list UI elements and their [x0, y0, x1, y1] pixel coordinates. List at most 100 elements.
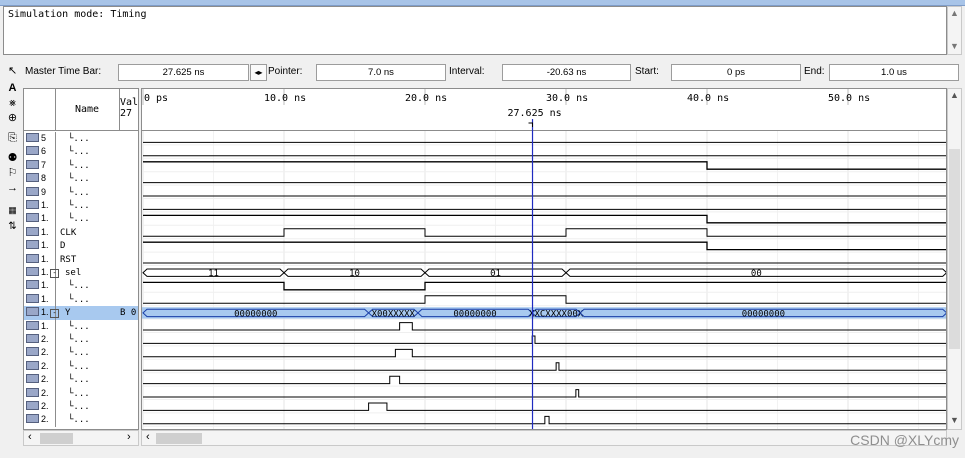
collapse-icon[interactable]: -	[50, 269, 59, 278]
find-icon[interactable]: ⚉	[3, 151, 22, 165]
time-bar-arrows-icon[interactable]: ◂▸	[250, 64, 267, 81]
signal-row[interactable]: 1. └...	[24, 279, 138, 293]
signal-row[interactable]: 8 └...	[24, 172, 138, 186]
signal-row[interactable]: 1. └...	[24, 319, 138, 334]
signal-row[interactable]: 1. CLK	[24, 225, 138, 240]
interval-field[interactable]: -20.63 ns	[502, 64, 631, 81]
signal-name[interactable]: └...	[60, 373, 128, 387]
replace-icon[interactable]: →	[3, 181, 22, 195]
signal-name[interactable]: └...	[60, 360, 128, 374]
signal-id-text: 8	[41, 173, 47, 184]
signal-name[interactable]: └...	[60, 279, 128, 293]
signal-name[interactable]: └...	[60, 186, 128, 200]
signal-id-text: 2.	[41, 360, 49, 371]
signal-name[interactable]: └...	[60, 212, 128, 226]
waveform-horizontal-scrollbar[interactable]: ‹	[141, 430, 947, 446]
scroll-down-icon[interactable]: ▼	[950, 41, 959, 51]
copy-icon[interactable]: ⎘	[3, 131, 22, 145]
signal-row[interactable]: 2. └...	[24, 413, 138, 427]
signal-row[interactable]: 2. └...	[24, 400, 138, 414]
signal-row[interactable]: 1. RST	[24, 252, 138, 267]
signal-id: 6	[26, 145, 56, 159]
signal-row[interactable]: 9 └...	[24, 185, 138, 200]
signal-name[interactable]: └...	[60, 159, 128, 173]
signal-name[interactable]: D	[60, 239, 120, 253]
text-tool-icon[interactable]: A	[3, 81, 22, 95]
signal-icon	[26, 253, 39, 263]
signal-name[interactable]: - sel	[50, 266, 120, 280]
zoom-icon[interactable]: ⊕	[3, 111, 22, 125]
signal-row[interactable]: 1. - Y B 0	[24, 306, 138, 320]
signal-row[interactable]: 1. - sel	[24, 266, 138, 280]
name-scroll-thumb[interactable]	[40, 433, 73, 444]
signal-name-text: ...	[73, 281, 90, 292]
signal-name[interactable]: └...	[60, 132, 128, 146]
signal-name[interactable]: └...	[60, 333, 128, 347]
signal-row[interactable]: 1. └...	[24, 292, 138, 307]
signal-name[interactable]: └...	[60, 346, 128, 360]
signal-row[interactable]: 2. └...	[24, 359, 138, 374]
bus-value-label: 11	[208, 269, 219, 279]
signal-name[interactable]: └...	[60, 400, 128, 414]
scroll-left-icon[interactable]: ‹	[146, 431, 150, 443]
simulation-mode-text: Simulation mode: Timing	[8, 9, 147, 20]
collapse-icon[interactable]: -	[50, 309, 59, 319]
vertical-scroll-thumb[interactable]	[949, 149, 960, 349]
signal-row[interactable]: 7 └...	[24, 158, 138, 173]
signal-row[interactable]: 5 └...	[24, 132, 138, 146]
signal-row[interactable]: 1. └...	[24, 212, 138, 226]
signal-row[interactable]: 1. D	[24, 239, 138, 253]
scroll-left-icon[interactable]: ‹	[28, 431, 32, 443]
scroll-right-icon[interactable]: ›	[127, 431, 131, 443]
name-horizontal-scrollbar[interactable]: ‹ ›	[23, 430, 139, 446]
id-header	[24, 89, 56, 130]
signal-name[interactable]: └...	[60, 293, 128, 307]
status-scrollbar[interactable]: ▲ ▼	[947, 6, 962, 55]
signal-name[interactable]: └...	[60, 199, 128, 213]
end-field[interactable]: 1.0 us	[829, 64, 959, 81]
signal-row[interactable]: 2. └...	[24, 386, 138, 401]
scroll-up-icon[interactable]: ▲	[950, 8, 959, 18]
signal-name[interactable]: -Y	[50, 306, 120, 320]
bit-waveform	[143, 362, 946, 371]
signal-name[interactable]: RST	[60, 253, 120, 267]
sort-icon[interactable]: ⇅	[3, 220, 22, 234]
signal-row[interactable]: 2. └...	[24, 333, 138, 347]
name-column-header[interactable]: Name	[55, 89, 120, 130]
signal-row[interactable]: 1. └...	[24, 199, 138, 213]
group-icon[interactable]: ▦	[3, 203, 22, 217]
signal-id-text: 5	[41, 133, 47, 143]
signal-id-text: 1.	[41, 213, 49, 224]
pointer-field[interactable]: 7.0 ns	[316, 64, 446, 81]
scroll-down-icon[interactable]: ▼	[950, 415, 959, 425]
waveform-edit-icon[interactable]: ⨳	[3, 96, 22, 110]
name-header: Name Val 27	[24, 89, 138, 131]
bus-value-label: 01	[490, 269, 501, 279]
waveform-view[interactable]: 0 ps 10.0 ns 20.0 ns 30.0 ns 40.0 ns 50.0 ns 1…	[141, 88, 947, 430]
signal-row[interactable]: 2. └...	[24, 346, 138, 360]
signal-name[interactable]: └...	[60, 413, 128, 427]
signal-row[interactable]: 6 └...	[24, 145, 138, 159]
signal-name[interactable]: CLK	[60, 226, 120, 240]
value-header-text: Val	[120, 97, 139, 108]
signal-row[interactable]: 2. └...	[24, 373, 138, 387]
signal-icon	[26, 173, 39, 183]
master-time-bar-label: Master Time Bar:	[25, 66, 102, 77]
value-column-header[interactable]: Val 27	[120, 97, 138, 119]
signal-id-text: 1.	[41, 280, 49, 291]
signal-name[interactable]: └...	[60, 320, 128, 334]
master-time-bar-field[interactable]: 27.625 ns	[118, 64, 249, 81]
find-next-icon[interactable]: ⚐	[3, 166, 22, 180]
start-field[interactable]: 0 ps	[671, 64, 801, 81]
signal-id: 2.	[26, 333, 56, 347]
waveform-vertical-scrollbar[interactable]: ▲ ▼	[947, 88, 962, 430]
signal-name[interactable]: └...	[60, 172, 128, 186]
waveform-scroll-thumb[interactable]	[156, 433, 202, 444]
scroll-up-icon[interactable]: ▲	[950, 90, 959, 100]
signal-id-text: 9	[41, 186, 47, 197]
signal-icon	[26, 374, 39, 384]
signal-name[interactable]: └...	[60, 387, 128, 401]
waveform-tools: A ⨳ ⊕ ⎘ ⚉ ⚐ → ▦ ⇅	[3, 63, 22, 233]
signal-name[interactable]: └...	[60, 145, 128, 159]
signal-id: 1.	[26, 239, 56, 253]
